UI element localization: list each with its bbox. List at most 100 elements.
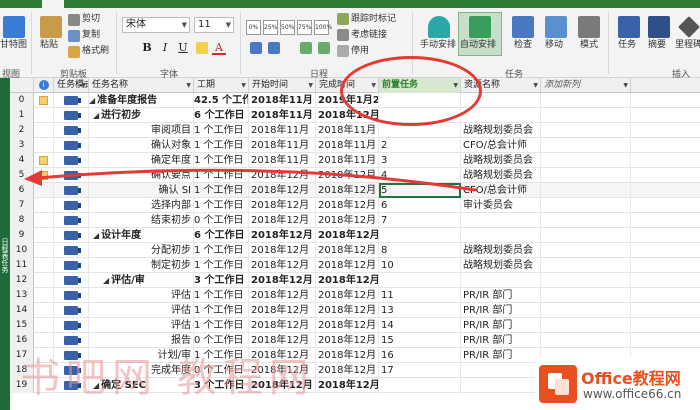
row-task-name[interactable]: ◢ 设计年度 — [89, 228, 194, 243]
inspect-icon[interactable] — [512, 16, 534, 38]
column-header-mode[interactable]: 任务模式▼ — [54, 78, 89, 93]
table-row[interactable]: 10 分配初步 1 个工作日 2018年12月 2018年12月 8 战略规划委员会 — [10, 243, 700, 258]
row-finish[interactable]: 2018年12月 — [316, 288, 379, 303]
summary-icon[interactable] — [648, 16, 670, 38]
row-finish[interactable]: 2018年12月 — [316, 318, 379, 333]
row-add-new[interactable] — [541, 183, 631, 198]
row-start[interactable]: 2018年12月 — [249, 318, 316, 333]
mode-icon[interactable] — [578, 16, 600, 38]
row-id[interactable]: 8 — [10, 213, 34, 228]
row-predecessors[interactable]: 16 — [379, 348, 461, 363]
font-family-select[interactable]: 宋体 ▼ — [122, 17, 190, 33]
row-resources[interactable]: PR/IR 部门 — [461, 333, 541, 348]
row-start[interactable]: 2018年12月 — [249, 273, 316, 288]
row-resources[interactable] — [461, 363, 541, 378]
select-all-corner[interactable] — [10, 78, 34, 93]
row-mode[interactable] — [54, 273, 89, 288]
row-task-name[interactable]: 审阅项目 — [89, 123, 194, 138]
percent-0-button[interactable]: 0% — [246, 20, 261, 35]
row-resources[interactable] — [461, 378, 541, 393]
row-task-name[interactable]: 评估 — [89, 318, 194, 333]
collapse-triangle-icon[interactable]: ◢ — [93, 111, 99, 120]
gantt-chart-icon[interactable] — [3, 16, 25, 38]
row-predecessors[interactable] — [379, 228, 461, 243]
row-duration[interactable]: 1 个工作日 — [194, 198, 249, 213]
row-start[interactable]: 2018年12月 — [249, 258, 316, 273]
gantt-chart-button[interactable]: 甘特图 — [0, 40, 27, 51]
row-mode[interactable] — [54, 243, 89, 258]
insert-milestone-button[interactable]: 里程碑 — [675, 40, 700, 51]
italic-button[interactable]: I — [158, 41, 172, 55]
table-row[interactable]: 15 评估 1 个工作日 2018年12月 2018年12月 14 PR/IR 部门 — [10, 318, 700, 333]
collapse-triangle-icon[interactable]: ◢ — [89, 96, 95, 105]
column-header-add-new[interactable]: 添加新列 ▼ — [541, 78, 631, 93]
row-resources[interactable] — [461, 273, 541, 288]
row-resources[interactable]: PR/IR 部门 — [461, 348, 541, 363]
row-finish[interactable]: 2018年12月 — [316, 243, 379, 258]
paste-icon[interactable] — [40, 16, 62, 38]
row-mode[interactable] — [54, 213, 89, 228]
row-predecessors[interactable]: 13 — [379, 303, 461, 318]
indent-icon[interactable] — [300, 42, 312, 54]
row-add-new[interactable] — [541, 333, 631, 348]
row-id[interactable]: 10 — [10, 243, 34, 258]
row-task-name[interactable]: 结束初步 — [89, 213, 194, 228]
row-duration[interactable]: 1 个工作日 — [194, 318, 249, 333]
move-icon[interactable] — [545, 16, 567, 38]
milestone-icon[interactable] — [678, 16, 700, 38]
row-id[interactable]: 1 — [10, 108, 34, 123]
row-finish[interactable]: 2018年12月 — [316, 303, 379, 318]
table-row[interactable]: 7 选择内部 1 个工作日 2018年12月 2018年12月 6 审计委员会 — [10, 198, 700, 213]
row-task-name[interactable]: 选择内部 — [89, 198, 194, 213]
row-mode[interactable] — [54, 318, 89, 333]
column-header-start[interactable]: 开始时间 ▼ — [249, 78, 316, 93]
row-finish[interactable]: 2018年11月 — [316, 123, 379, 138]
row-predecessors[interactable]: 10 — [379, 258, 461, 273]
percent-25-button[interactable]: 25% — [263, 20, 278, 35]
auto-schedule-icon[interactable] — [469, 16, 491, 38]
timeline-strip[interactable]: 日程表任务 — [0, 78, 10, 410]
row-task-name[interactable]: 评估 — [89, 303, 194, 318]
auto-schedule-button[interactable]: 自动安排 — [460, 40, 496, 51]
inspect-button[interactable]: 检查 — [514, 40, 532, 51]
row-predecessors[interactable] — [379, 378, 461, 393]
row-duration[interactable]: 1 个工作日 — [194, 243, 249, 258]
row-start[interactable]: 2018年12月 — [249, 288, 316, 303]
chevron-down-icon[interactable]: ▼ — [81, 78, 86, 93]
row-resources[interactable]: PR/IR 部门 — [461, 318, 541, 333]
outdent-icon[interactable] — [318, 42, 330, 54]
table-row[interactable]: 11 制定初步 1 个工作日 2018年12月 2018年12月 10 战略规划委员会 — [10, 258, 700, 273]
row-add-new[interactable] — [541, 123, 631, 138]
row-add-new[interactable] — [541, 198, 631, 213]
cut-icon[interactable] — [68, 14, 80, 26]
copy-button[interactable]: 复制 — [82, 30, 100, 41]
tab-task[interactable] — [42, 0, 64, 8]
row-duration[interactable]: 42.5 个工作日 — [194, 93, 249, 108]
row-add-new[interactable] — [541, 213, 631, 228]
row-predecessors[interactable]: 15 — [379, 333, 461, 348]
bold-button[interactable]: B — [140, 41, 154, 55]
row-finish[interactable]: 2018年12月 — [316, 363, 379, 378]
row-duration[interactable]: 1 个工作日 — [194, 288, 249, 303]
table-row[interactable]: 13 评估 1 个工作日 2018年12月 2018年12月 11 PR/IR 部门 — [10, 288, 700, 303]
row-task-name[interactable]: 评估 — [89, 288, 194, 303]
paste-button[interactable]: 粘贴 — [40, 40, 58, 51]
row-resources[interactable]: 战略规划委员会 — [461, 258, 541, 273]
row-id[interactable]: 2 — [10, 123, 34, 138]
row-task-name[interactable]: ◢ 准备年度报告 — [89, 93, 194, 108]
chevron-down-icon[interactable]: ▼ — [241, 78, 246, 93]
row-predecessors[interactable]: 17 — [379, 363, 461, 378]
row-mode[interactable] — [54, 108, 89, 123]
format-painter-button[interactable]: 格式刷 — [82, 46, 109, 57]
row-id[interactable]: 11 — [10, 258, 34, 273]
row-finish[interactable]: 2018年12月 — [316, 213, 379, 228]
row-start[interactable]: 2018年11月 — [249, 123, 316, 138]
row-mode[interactable] — [54, 198, 89, 213]
column-header-indicators[interactable]: i — [34, 78, 54, 93]
row-finish[interactable]: 2018年12月 — [316, 198, 379, 213]
insert-summary-button[interactable]: 摘要 — [648, 40, 666, 51]
row-add-new[interactable] — [541, 288, 631, 303]
row-duration[interactable]: 1 个工作日 — [194, 123, 249, 138]
row-resources[interactable] — [461, 108, 541, 123]
underline-button[interactable]: U — [176, 41, 190, 55]
